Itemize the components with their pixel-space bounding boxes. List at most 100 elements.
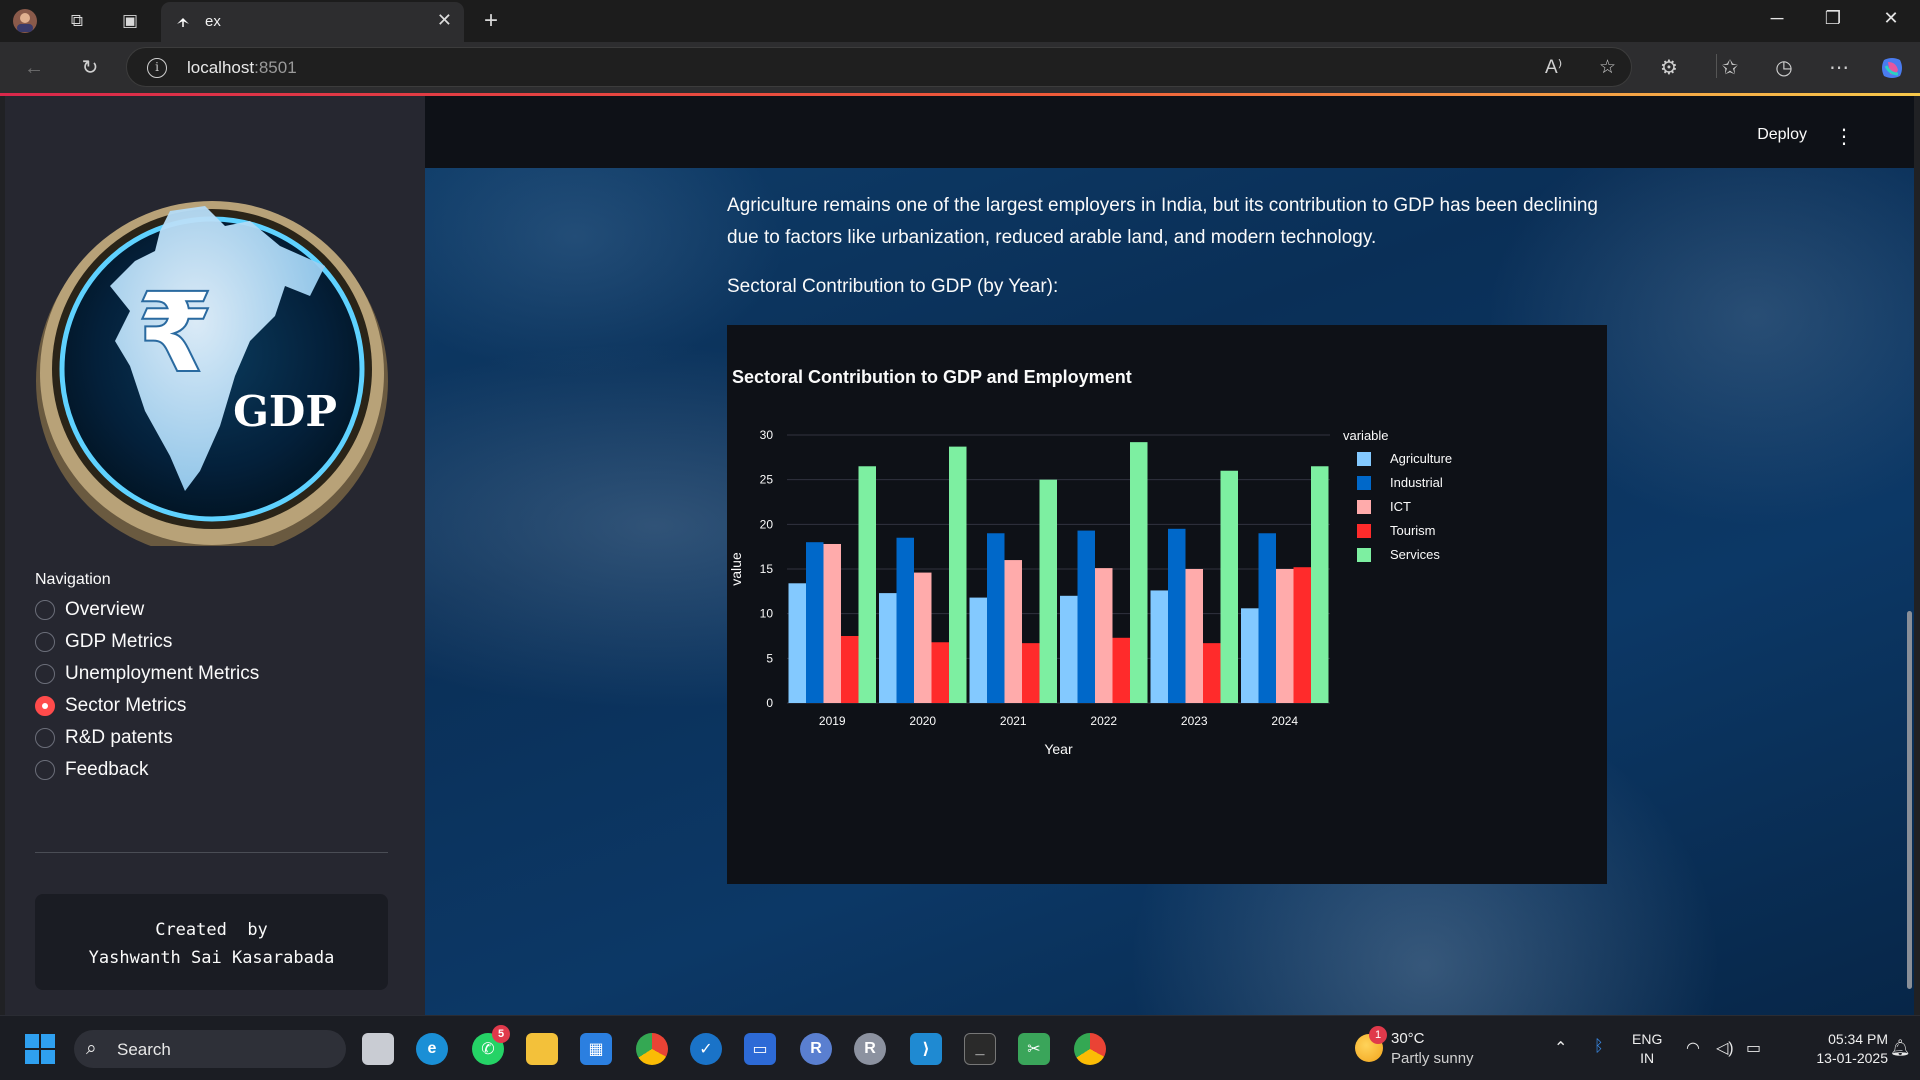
volume-icon[interactable]: ◁)	[1716, 1038, 1734, 1058]
radio-button[interactable]	[35, 600, 55, 620]
nav-radio-label: Sector Metrics	[65, 695, 187, 716]
y-tick-label: 10	[760, 607, 774, 621]
favorite-star-icon[interactable]: ☆	[1599, 56, 1616, 79]
nav-radio-option[interactable]: Feedback	[35, 754, 259, 786]
app-icon[interactable]: ✓	[690, 1033, 722, 1065]
bar-services	[1130, 442, 1148, 703]
nav-radio-option[interactable]: Sector Metrics	[35, 690, 259, 722]
close-tab-icon[interactable]: ✕	[437, 10, 452, 31]
bar-ict	[914, 572, 932, 703]
terminal-icon[interactable]: _	[964, 1033, 996, 1065]
nav-radio-option[interactable]: GDP Metrics	[35, 626, 259, 658]
chevron-up-icon[interactable]: ⌃	[1554, 1038, 1567, 1058]
nav-radio-option[interactable]: R&D patents	[35, 722, 259, 754]
copilot-icon[interactable]	[1878, 54, 1906, 82]
nav-radio-label: Feedback	[65, 759, 149, 780]
close-window-icon[interactable]: ✕	[1866, 8, 1916, 29]
workspaces-icon[interactable]: ⧉	[64, 8, 90, 34]
x-axis-title: Year	[1044, 741, 1073, 757]
task-view-icon[interactable]	[362, 1033, 394, 1065]
whatsapp-badge: 5	[492, 1025, 510, 1043]
restore-window-icon[interactable]: ❐	[1808, 8, 1858, 29]
rstudio-icon[interactable]: R	[854, 1033, 886, 1065]
streamlit-favicon-icon	[177, 18, 189, 27]
bar-services	[949, 446, 967, 703]
bar-services	[1311, 466, 1329, 703]
main-menu-icon[interactable]: ⋮	[1834, 124, 1854, 149]
y-tick-label: 5	[766, 651, 773, 665]
legend-swatch	[1357, 524, 1371, 538]
legend-label: Services	[1390, 547, 1440, 562]
vertical-tabs-icon[interactable]: ▣	[117, 8, 143, 34]
bar-services	[1039, 479, 1057, 703]
chart-container[interactable]: Sectoral Contribution to GDP and Employm…	[727, 325, 1607, 884]
bar-ict	[823, 543, 841, 703]
bar-industrial	[806, 542, 824, 703]
site-info-icon[interactable]: i	[147, 58, 167, 78]
bar-tourism	[841, 636, 859, 703]
legend-label: Industrial	[1390, 475, 1443, 490]
bar-agriculture	[879, 593, 897, 703]
wifi-icon[interactable]: ◠	[1686, 1038, 1700, 1058]
more-options-icon[interactable]: ⋯	[1825, 54, 1853, 82]
y-tick-label: 0	[766, 696, 773, 710]
read-aloud-icon[interactable]: A⁾	[1545, 56, 1562, 79]
radio-button[interactable]	[35, 728, 55, 748]
snipping-icon[interactable]: ✂	[1018, 1033, 1050, 1065]
whatsapp-icon[interactable]: ✆ 5	[472, 1025, 510, 1065]
language-indicator[interactable]: ENG IN	[1632, 1030, 1662, 1068]
start-icon[interactable]	[24, 1033, 56, 1065]
radio-button[interactable]	[35, 696, 55, 716]
x-tick-label: 2023	[1181, 714, 1208, 728]
bar-ict	[1095, 568, 1113, 703]
bar-agriculture	[1060, 595, 1078, 703]
y-tick-label: 30	[760, 428, 774, 442]
profile-avatar-icon[interactable]	[12, 8, 38, 34]
edge-icon[interactable]: e	[416, 1033, 448, 1065]
nav-radio-option[interactable]: Unemployment Metrics	[35, 658, 259, 690]
battery-icon[interactable]: ▭	[1746, 1038, 1761, 1058]
y-tick-label: 25	[760, 473, 774, 487]
back-icon[interactable]: ←	[20, 54, 48, 82]
radio-button[interactable]	[35, 664, 55, 684]
deploy-button[interactable]: Deploy	[1757, 126, 1807, 144]
weather-description: Partly sunny	[1391, 1050, 1474, 1067]
reload-icon[interactable]: ↻	[76, 54, 104, 82]
address-url: localhost:8501	[187, 58, 297, 77]
bar-services	[1220, 470, 1238, 703]
microsoft-store-icon[interactable]: ▦	[580, 1033, 612, 1065]
minimize-window-icon[interactable]: ─	[1752, 8, 1802, 29]
address-bar[interactable]: i localhost:8501 A⁾ ☆	[126, 47, 1632, 87]
clock[interactable]: 05:34 PM 13-01-2025	[1778, 1030, 1888, 1068]
bluetooth-icon[interactable]: ᛒ	[1594, 1038, 1604, 1056]
svg-text:₹: ₹	[137, 269, 214, 397]
taskbar-search[interactable]: ⌕ Search	[74, 1030, 346, 1068]
bar-ict	[1004, 560, 1022, 703]
browser-tab-active[interactable]: ex ✕	[161, 2, 464, 42]
favorites-icon[interactable]: ✩	[1716, 54, 1744, 82]
browser-toolbar: ← ↻ i localhost:8501 A⁾ ☆ ⚙ ✩ ◷ ⋯	[0, 42, 1920, 93]
radio-button[interactable]	[35, 632, 55, 652]
bar-services	[858, 466, 876, 703]
notifications-icon[interactable]: 🔔︎	[1890, 1038, 1910, 1058]
chrome-profile-icon[interactable]	[1074, 1033, 1106, 1065]
history-icon[interactable]: ◷	[1770, 54, 1798, 82]
x-tick-label: 2024	[1271, 714, 1298, 728]
radio-button[interactable]	[35, 760, 55, 780]
bar-agriculture	[788, 583, 806, 703]
page-scrollbar[interactable]	[1907, 611, 1912, 989]
window-app-icon[interactable]: ▭	[744, 1033, 776, 1065]
chrome-icon[interactable]	[636, 1033, 668, 1065]
app-header: Deploy ⋮	[425, 96, 1914, 168]
bar-industrial	[1168, 528, 1186, 703]
file-explorer-icon[interactable]	[526, 1033, 558, 1065]
vscode-icon[interactable]: ⟩	[910, 1033, 942, 1065]
bar-agriculture	[969, 597, 987, 703]
bar-tourism	[1022, 643, 1040, 703]
r-icon[interactable]: R	[800, 1033, 832, 1065]
bar-tourism	[931, 642, 949, 703]
new-tab-icon[interactable]: +	[478, 7, 504, 34]
extensions-icon[interactable]: ⚙	[1655, 54, 1683, 82]
x-tick-label: 2021	[1000, 714, 1027, 728]
nav-radio-option[interactable]: Overview	[35, 594, 259, 626]
